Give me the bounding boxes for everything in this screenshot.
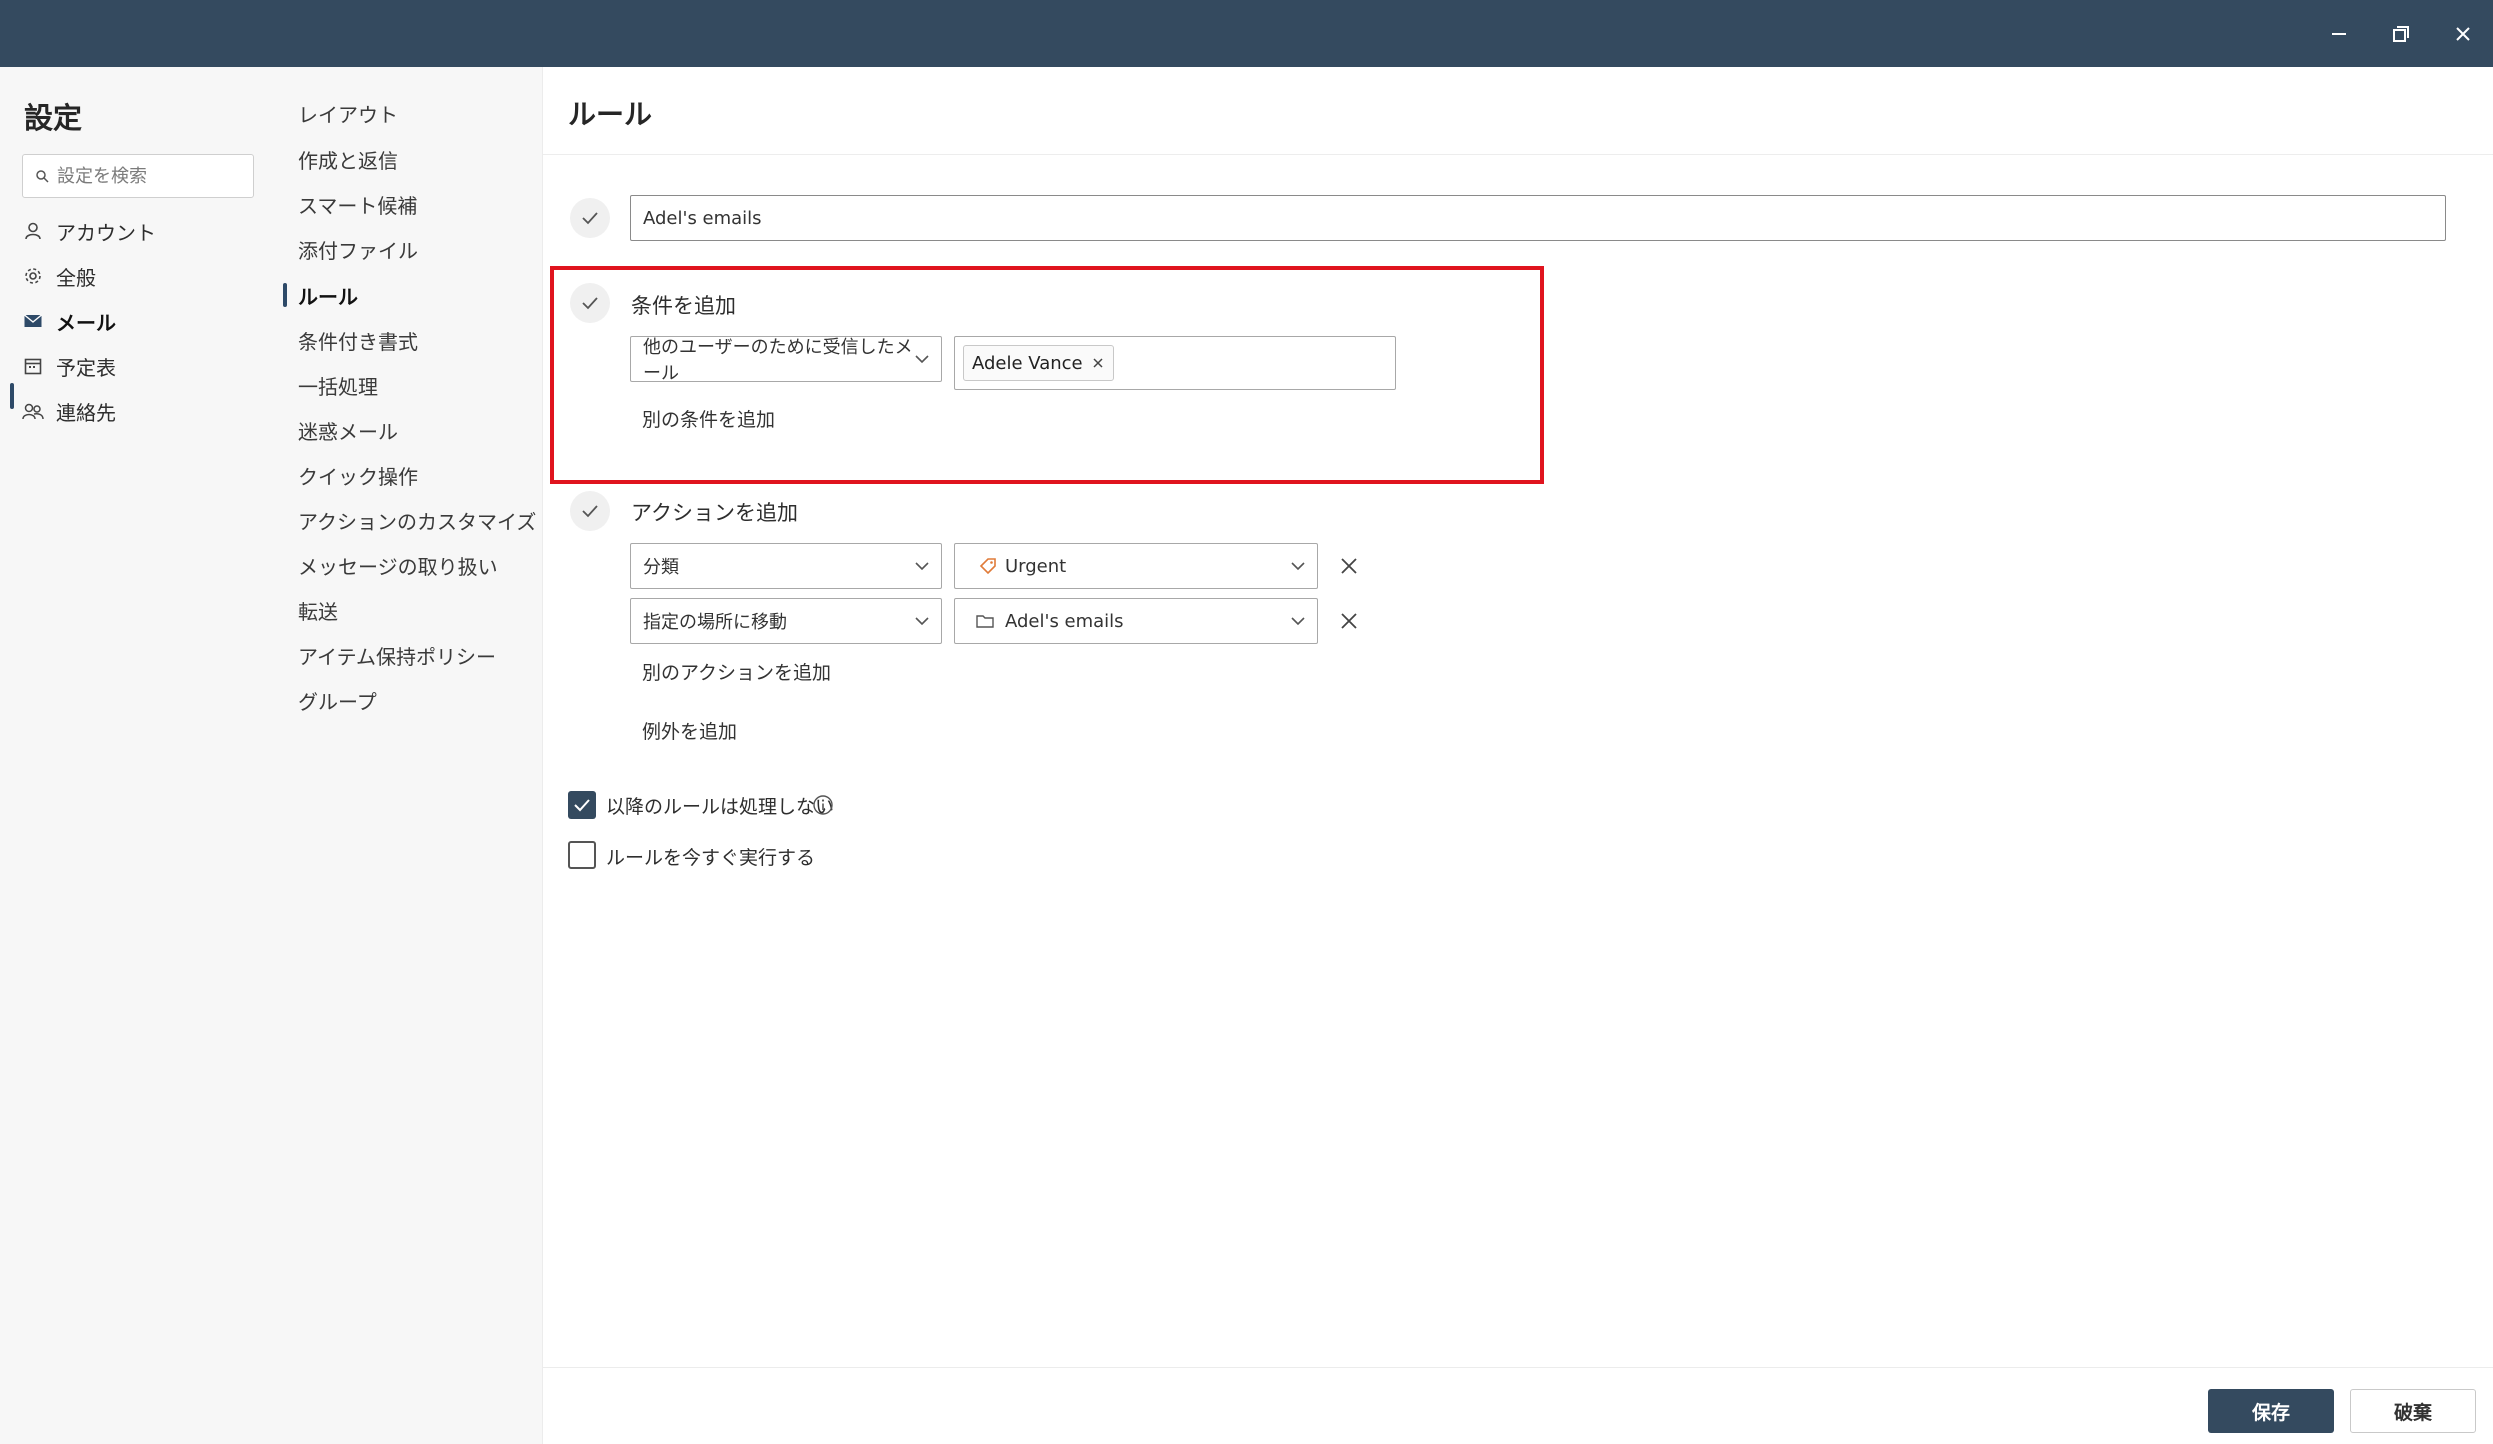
rule-name-step-indicator xyxy=(570,198,610,238)
page-title: ルール xyxy=(568,98,653,131)
action-type-value-2: 指定の場所に移動 xyxy=(643,612,787,633)
chevron-down-icon xyxy=(915,562,929,571)
category-general-label: 全般 xyxy=(56,265,96,290)
settings-search-input[interactable] xyxy=(57,165,237,187)
category-value-dropdown[interactable]: Urgent xyxy=(954,543,1318,589)
rule-name-input[interactable] xyxy=(630,195,2446,241)
subnav-item-retention-policies[interactable]: アイテム保持ポリシー xyxy=(298,638,496,672)
actions-step-indicator xyxy=(570,491,610,531)
mail-settings-subnav xyxy=(284,67,543,1444)
title-divider xyxy=(543,154,2493,155)
gear-icon xyxy=(22,265,44,287)
subnav-item-compose-reply[interactable]: 作成と返信 xyxy=(298,142,398,176)
settings-title: 設定 xyxy=(24,101,83,135)
tag-icon xyxy=(979,558,996,575)
category-contacts-label: 連絡先 xyxy=(56,400,116,425)
subnav-item-customize-actions[interactable]: アクションのカスタマイズ xyxy=(298,503,536,537)
person-icon xyxy=(22,220,44,242)
calendar-icon xyxy=(22,355,44,377)
category-contacts[interactable]: 連絡先 xyxy=(22,393,116,429)
category-mail[interactable]: メール xyxy=(22,303,116,339)
category-general[interactable]: 全般 xyxy=(22,258,96,294)
category-mail-label: メール xyxy=(56,310,116,335)
chevron-down-icon xyxy=(915,617,929,626)
settings-search[interactable] xyxy=(22,154,254,198)
stop-processing-checkbox[interactable] xyxy=(568,791,596,819)
remove-action-2-button[interactable] xyxy=(1334,606,1364,636)
subnav-item-conditional-formatting[interactable]: 条件付き書式 xyxy=(298,323,418,357)
subnav-item-quick-steps[interactable]: クイック操作 xyxy=(298,458,418,492)
stop-processing-label: 以降のルールは処理しない xyxy=(606,796,835,818)
discard-button[interactable]: 破棄 xyxy=(2350,1389,2476,1433)
people-icon xyxy=(22,400,44,422)
category-account-label: アカウント xyxy=(56,220,156,245)
subnav-item-message-handling[interactable]: メッセージの取り扱い xyxy=(298,548,498,582)
add-exception-link[interactable]: 例外を追加 xyxy=(642,717,737,744)
active-subnav-indicator xyxy=(283,283,287,307)
chevron-down-icon xyxy=(1291,562,1305,571)
run-now-checkbox[interactable] xyxy=(568,841,596,869)
minimize-button[interactable] xyxy=(2319,14,2359,54)
folder-value-label: Adel's emails xyxy=(1005,610,1124,632)
restore-icon xyxy=(2393,26,2409,42)
remove-action-1-button[interactable] xyxy=(1334,551,1364,581)
run-now-label: ルールを今すぐ実行する xyxy=(606,847,816,869)
subnav-item-smart-suggestions[interactable]: スマート候補 xyxy=(298,187,417,221)
subnav-item-groups[interactable]: グループ xyxy=(298,683,377,717)
subnav-item-layout[interactable]: レイアウト xyxy=(298,96,398,130)
restore-button[interactable] xyxy=(2381,14,2421,54)
checkmark-icon xyxy=(582,212,598,225)
category-calendar[interactable]: 予定表 xyxy=(22,348,116,384)
folder-icon xyxy=(976,615,994,628)
minimize-icon xyxy=(2332,33,2346,35)
checkmark-icon xyxy=(574,799,590,812)
folder-value-dropdown[interactable]: Adel's emails xyxy=(954,598,1318,644)
subnav-item-junk-email[interactable]: 迷惑メール xyxy=(298,413,398,447)
category-value-label: Urgent xyxy=(1005,555,1067,577)
settings-category-pane: 設定 アカウント 全般 メール 予定表 連絡先 xyxy=(0,67,284,1444)
action-type-dropdown-2[interactable]: 指定の場所に移動 xyxy=(630,598,942,644)
mail-icon xyxy=(22,310,44,332)
active-category-indicator xyxy=(10,383,14,409)
footer-divider xyxy=(543,1367,2493,1368)
close-icon xyxy=(2456,27,2470,41)
action-type-value-1: 分類 xyxy=(643,557,679,578)
category-calendar-label: 予定表 xyxy=(56,355,116,380)
category-account[interactable]: アカウント xyxy=(22,213,156,249)
close-icon xyxy=(1341,613,1357,629)
window-titlebar xyxy=(0,0,2493,67)
search-icon xyxy=(36,170,49,183)
subnav-item-attachments[interactable]: 添付ファイル xyxy=(298,232,418,266)
close-icon xyxy=(1341,558,1357,574)
subnav-item-sweep[interactable]: 一括処理 xyxy=(298,368,378,402)
add-another-action-link[interactable]: 別のアクションを追加 xyxy=(642,658,831,685)
subnav-item-rules[interactable]: ルール xyxy=(298,278,358,312)
checkmark-icon xyxy=(582,505,598,518)
conditions-highlight-box xyxy=(550,266,1544,484)
info-icon[interactable] xyxy=(811,793,835,817)
close-window-button[interactable] xyxy=(2443,14,2483,54)
action-type-dropdown-1[interactable]: 分類 xyxy=(630,543,942,589)
chevron-down-icon xyxy=(1291,617,1305,626)
subnav-item-forwarding[interactable]: 転送 xyxy=(298,593,338,627)
add-action-label: アクションを追加 xyxy=(631,501,798,525)
save-button[interactable]: 保存 xyxy=(2208,1389,2334,1433)
